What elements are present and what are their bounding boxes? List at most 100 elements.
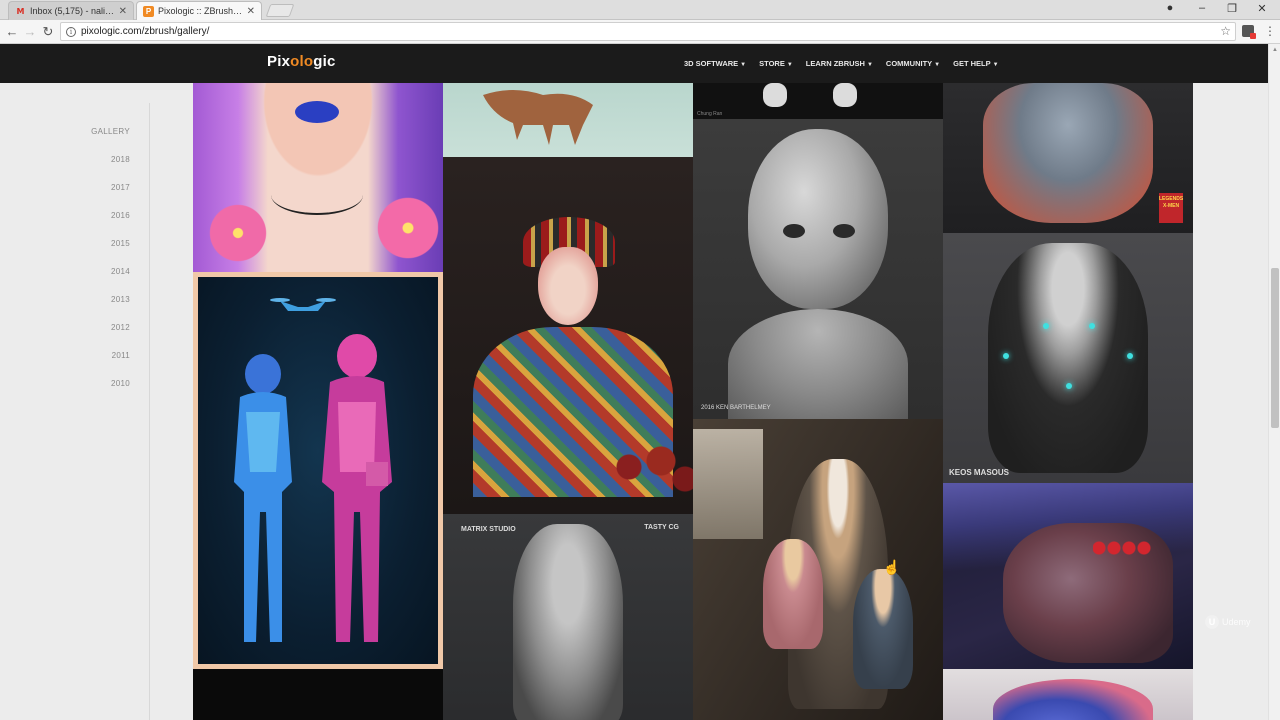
xmen-badge: LEGENDS X-MEN (1159, 193, 1183, 223)
year-list: GALLERY 2018 2017 2016 2015 2014 2013 20… (91, 127, 130, 407)
reload-icon[interactable]: ↻ (40, 24, 56, 40)
nav-community[interactable]: COMMUNITY ▼ (886, 59, 940, 68)
address-bar[interactable]: i pixologic.com/zbrush/gallery/ ☆ (60, 22, 1236, 41)
artwork-detail (763, 83, 787, 107)
nav-3d-software[interactable]: 3D SOFTWARE ▼ (684, 59, 746, 68)
sidebar-item-2014[interactable]: 2014 (91, 267, 130, 295)
tab-title: Inbox (5,175) - nalinkanta (30, 6, 115, 16)
gallery-tile-opera-woman[interactable] (443, 157, 693, 514)
nav-store[interactable]: STORE ▼ (759, 59, 793, 68)
artwork-detail (1093, 533, 1153, 563)
artwork-detail (538, 247, 598, 325)
scrollbar-thumb[interactable] (1271, 268, 1279, 428)
browser-menu-icon[interactable]: ⋮ (1264, 24, 1276, 38)
browser-toolbar: ← → ↻ i pixologic.com/zbrush/gallery/ ☆ … (0, 20, 1280, 44)
artwork-detail (983, 83, 1153, 223)
caret-down-icon: ▼ (786, 62, 793, 68)
drone-shape (270, 298, 336, 311)
main-nav: 3D SOFTWARE ▼ STORE ▼ LEARN ZBRUSH ▼ COMMUN… (684, 59, 1012, 68)
close-icon[interactable]: ✕ (247, 6, 255, 17)
gallery-tile-mech-armor[interactable]: KEOS MASOUS (943, 233, 1193, 483)
nav-learn-zbrush[interactable]: LEARN ZBRUSH ▼ (806, 59, 873, 68)
logo-part: gic (313, 53, 336, 70)
artwork-detail (728, 309, 908, 419)
new-tab-button[interactable] (265, 4, 295, 17)
sidebar-item-2012[interactable]: 2012 (91, 323, 130, 351)
artwork-detail (748, 129, 888, 309)
tab-pixologic[interactable]: P Pixologic :: ZBrush User G ✕ (136, 1, 262, 20)
sidebar-item-2017[interactable]: 2017 (91, 183, 130, 211)
sidebar-item-2013[interactable]: 2013 (91, 295, 130, 323)
gallery-tile-creature[interactable] (443, 83, 693, 157)
sidebar-item-gallery[interactable]: GALLERY (91, 127, 130, 155)
sidebar-item-2010[interactable]: 2010 (91, 379, 130, 407)
gallery-tile-fairy[interactable] (943, 669, 1193, 720)
gallery-tile-zombie-bust[interactable]: 2016 KEN BARTHELMEY (693, 119, 943, 419)
scroll-up-icon[interactable]: ▲ (1269, 44, 1280, 56)
gallery-sidebar: GALLERY 2018 2017 2016 2015 2014 2013 20… (0, 83, 193, 720)
gmail-icon: M (16, 6, 25, 16)
glow-detail (1089, 323, 1095, 329)
url-text: pixologic.com/zbrush/gallery/ (81, 26, 210, 37)
glow-detail (1127, 353, 1133, 359)
bookmark-star-icon[interactable]: ☆ (1220, 24, 1231, 38)
udemy-logo-icon: U (1205, 615, 1219, 629)
restore-icon[interactable]: ❐ (1220, 2, 1244, 15)
artwork-detail (993, 679, 1153, 720)
gallery-tile-grandpa-kids[interactable]: ☝ (693, 419, 943, 720)
gallery-tile-blue-lips-girl[interactable] (193, 83, 443, 272)
artwork-detail (513, 524, 623, 720)
nav-get-help[interactable]: GET HELP ▼ (953, 59, 998, 68)
forward-icon[interactable]: → (22, 24, 38, 40)
creature-shape (483, 90, 593, 145)
profile-icon[interactable]: ● (1158, 2, 1182, 14)
artwork-detail (271, 175, 363, 215)
sidebar-item-2015[interactable]: 2015 (91, 239, 130, 267)
sidebar-item-2016[interactable]: 2016 (91, 211, 130, 239)
artist-brand: KEOS MASOUS (949, 468, 1010, 477)
info-icon[interactable]: i (66, 26, 76, 37)
nav-label: LEARN ZBRUSH (805, 59, 865, 68)
sidebar-item-2011[interactable]: 2011 (91, 351, 130, 379)
sidebar-item-2018[interactable]: 2018 (91, 155, 130, 183)
site-header: Pixologic 3D SOFTWARE ▼ STORE ▼ LEARN ZBRU… (0, 44, 1268, 83)
caret-down-icon: ▼ (866, 62, 873, 68)
artwork-detail (833, 83, 857, 107)
logo-part: Pix (267, 53, 291, 70)
pink-figure (322, 334, 392, 642)
nav-label: STORE (759, 59, 785, 68)
gallery-tile-warrior[interactable] (943, 483, 1193, 669)
artwork-image (198, 277, 438, 664)
nav-label: COMMUNITY (885, 59, 933, 68)
caret-down-icon: ▼ (934, 62, 941, 68)
glow-detail (1066, 383, 1072, 389)
artwork-detail (295, 101, 339, 123)
artwork-detail (988, 243, 1148, 473)
flower-detail (373, 193, 443, 263)
gallery-tile-dark[interactable] (193, 669, 443, 720)
tab-gmail[interactable]: M Inbox (5,175) - nalinkanta ✕ (8, 1, 134, 20)
extension-icon[interactable] (1242, 25, 1256, 39)
artwork-detail (783, 224, 805, 238)
gallery-grid: MATRIX STUDIO TASTY CG Chung Ran 2016 KE… (193, 83, 1193, 720)
blue-figure (234, 354, 292, 642)
artwork-detail (833, 224, 855, 238)
sidebar-divider (149, 103, 150, 720)
caret-down-icon: ▼ (740, 62, 747, 68)
minimize-icon[interactable]: – (1190, 2, 1214, 14)
pixologic-logo[interactable]: Pixologic (267, 53, 336, 70)
artist-credit: Chung Ran (697, 111, 723, 117)
pixologic-icon: P (143, 5, 154, 17)
close-icon[interactable]: ✕ (119, 6, 127, 17)
gallery-tile-neon-characters-selected[interactable] (193, 272, 443, 669)
back-icon[interactable]: ← (4, 24, 20, 40)
artwork-detail (693, 429, 763, 539)
page-scrollbar[interactable]: ▲ (1268, 44, 1280, 720)
logo-part: olo (290, 53, 314, 70)
gallery-tile-demon-sculpt[interactable]: MATRIX STUDIO TASTY CG (443, 514, 693, 720)
artwork-detail (763, 539, 823, 649)
gallery-tile-xmen[interactable]: LEGENDS X-MEN (943, 83, 1193, 233)
page-body: GALLERY 2018 2017 2016 2015 2014 2013 20… (0, 83, 1268, 720)
close-window-icon[interactable]: ✕ (1250, 2, 1274, 15)
gallery-tile-hands[interactable]: Chung Ran (693, 83, 943, 119)
